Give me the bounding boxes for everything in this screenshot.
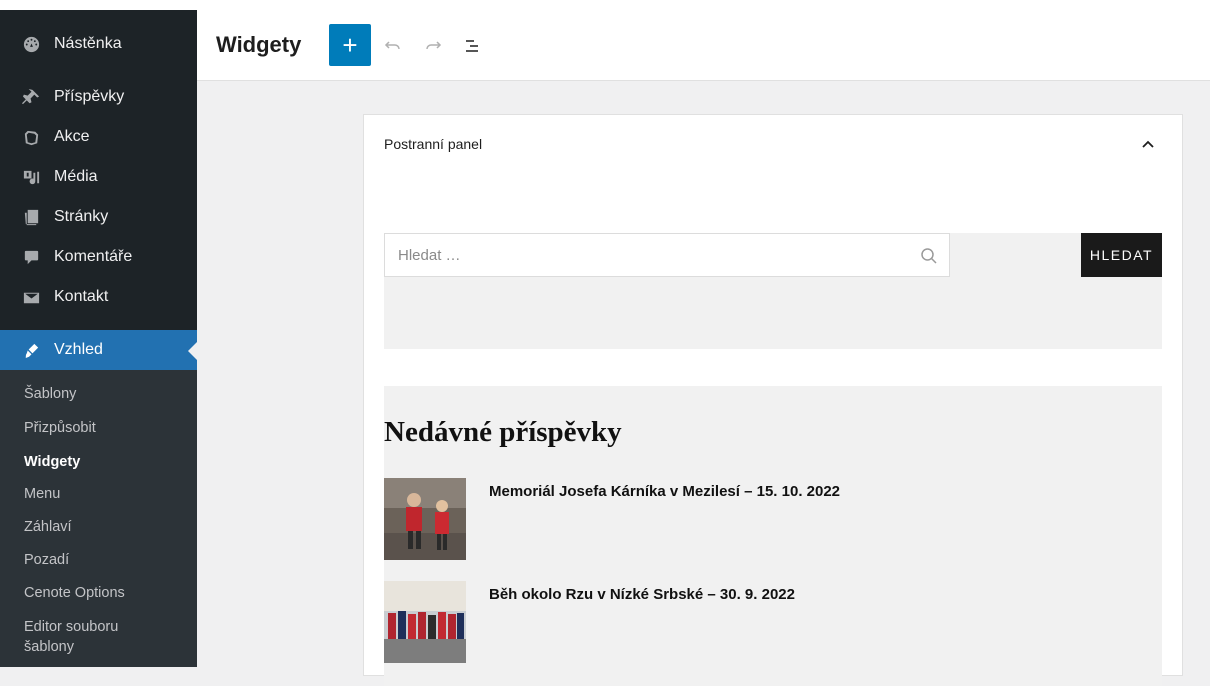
search-input[interactable]: Hledat … xyxy=(384,233,950,277)
post-thumbnail[interactable] xyxy=(384,581,466,663)
search-widget: Hledat … HLEDAT xyxy=(384,233,1162,349)
search-icon xyxy=(919,246,939,266)
comments-icon xyxy=(21,247,41,267)
submenu-item-header[interactable]: Záhlaví xyxy=(24,519,72,535)
sidebar-item-label: Kontakt xyxy=(54,288,109,305)
top-strip xyxy=(0,0,1210,10)
list-item[interactable]: Memoriál Josefa Kárníka v Mezilesí – 15.… xyxy=(384,478,1162,562)
submenu-item-cenote-options[interactable]: Cenote Options xyxy=(24,585,125,601)
submenu-item-menus[interactable]: Menu xyxy=(24,486,60,502)
sidebar-item-events[interactable]: Akce xyxy=(0,117,197,157)
sidebar-item-label: Příspěvky xyxy=(54,88,125,105)
list-view-icon[interactable] xyxy=(462,35,484,57)
media-icon xyxy=(21,167,41,187)
search-button[interactable]: HLEDAT xyxy=(1081,233,1162,277)
pages-icon xyxy=(21,207,41,227)
post-title[interactable]: Běh okolo Rzu v Nízké Srbské – 30. 9. 20… xyxy=(489,586,795,603)
sidebar-item-label: Akce xyxy=(54,128,90,145)
submenu-item-theme-file-editor[interactable]: Editor souboru xyxy=(24,619,118,635)
search-placeholder: Hledat … xyxy=(398,247,461,264)
mail-icon xyxy=(21,287,41,307)
sidebar-item-appearance[interactable]: Vzhled xyxy=(0,330,197,370)
events-icon xyxy=(21,127,41,147)
appearance-icon xyxy=(21,340,41,360)
sidebar-item-label: Stránky xyxy=(54,208,109,225)
sidebar-item-pages[interactable]: Stránky xyxy=(0,197,197,237)
post-thumbnail[interactable] xyxy=(384,478,466,560)
sidebar-item-contact[interactable]: Kontakt xyxy=(0,277,197,317)
active-indicator xyxy=(188,342,197,360)
add-block-button[interactable]: + xyxy=(329,24,371,66)
sidebar-item-label: Komentáře xyxy=(54,248,133,265)
submenu-item-theme-file-editor-line2[interactable]: šablony xyxy=(24,639,74,655)
widget-area-title: Postranní panel xyxy=(384,136,483,152)
submenu-item-themes[interactable]: Šablony xyxy=(24,386,76,402)
sidebar-item-dashboard[interactable]: Nástěnka xyxy=(0,24,197,64)
sidebar-item-label: Média xyxy=(54,168,98,185)
sidebar-item-label: Nástěnka xyxy=(54,35,122,52)
editor-header: Widgety + xyxy=(197,10,1210,81)
sidebar-item-posts[interactable]: Příspěvky xyxy=(0,77,197,117)
dashboard-icon xyxy=(21,34,41,54)
submenu-item-customize[interactable]: Přizpůsobit xyxy=(24,420,96,436)
submenu-item-background[interactable]: Pozadí xyxy=(24,552,69,568)
appearance-submenu: Šablony Přizpůsobit Widgety Menu Záhlaví… xyxy=(0,370,197,667)
sidebar-item-comments[interactable]: Komentáře xyxy=(0,237,197,277)
page-title: Widgety xyxy=(216,32,302,57)
submenu-item-widgets[interactable]: Widgety xyxy=(24,454,80,470)
undo-icon[interactable] xyxy=(382,35,404,57)
chevron-up-icon[interactable] xyxy=(1138,135,1158,155)
list-item[interactable]: Běh okolo Rzu v Nízké Srbské – 30. 9. 20… xyxy=(384,581,1162,665)
post-title[interactable]: Memoriál Josefa Kárníka v Mezilesí – 15.… xyxy=(489,483,840,500)
recent-posts-title: Nedávné příspěvky xyxy=(384,416,622,448)
pin-icon xyxy=(21,87,41,107)
sidebar-item-media[interactable]: Média xyxy=(0,157,197,197)
sidebar-item-label: Vzhled xyxy=(54,341,103,358)
sidebar-widget-area: Postranní panel Hledat … HLEDAT Nedávné … xyxy=(363,114,1183,686)
recent-posts-widget: Nedávné příspěvky Memoriál Josefa Kárník… xyxy=(384,386,1162,686)
redo-icon[interactable] xyxy=(422,35,444,57)
